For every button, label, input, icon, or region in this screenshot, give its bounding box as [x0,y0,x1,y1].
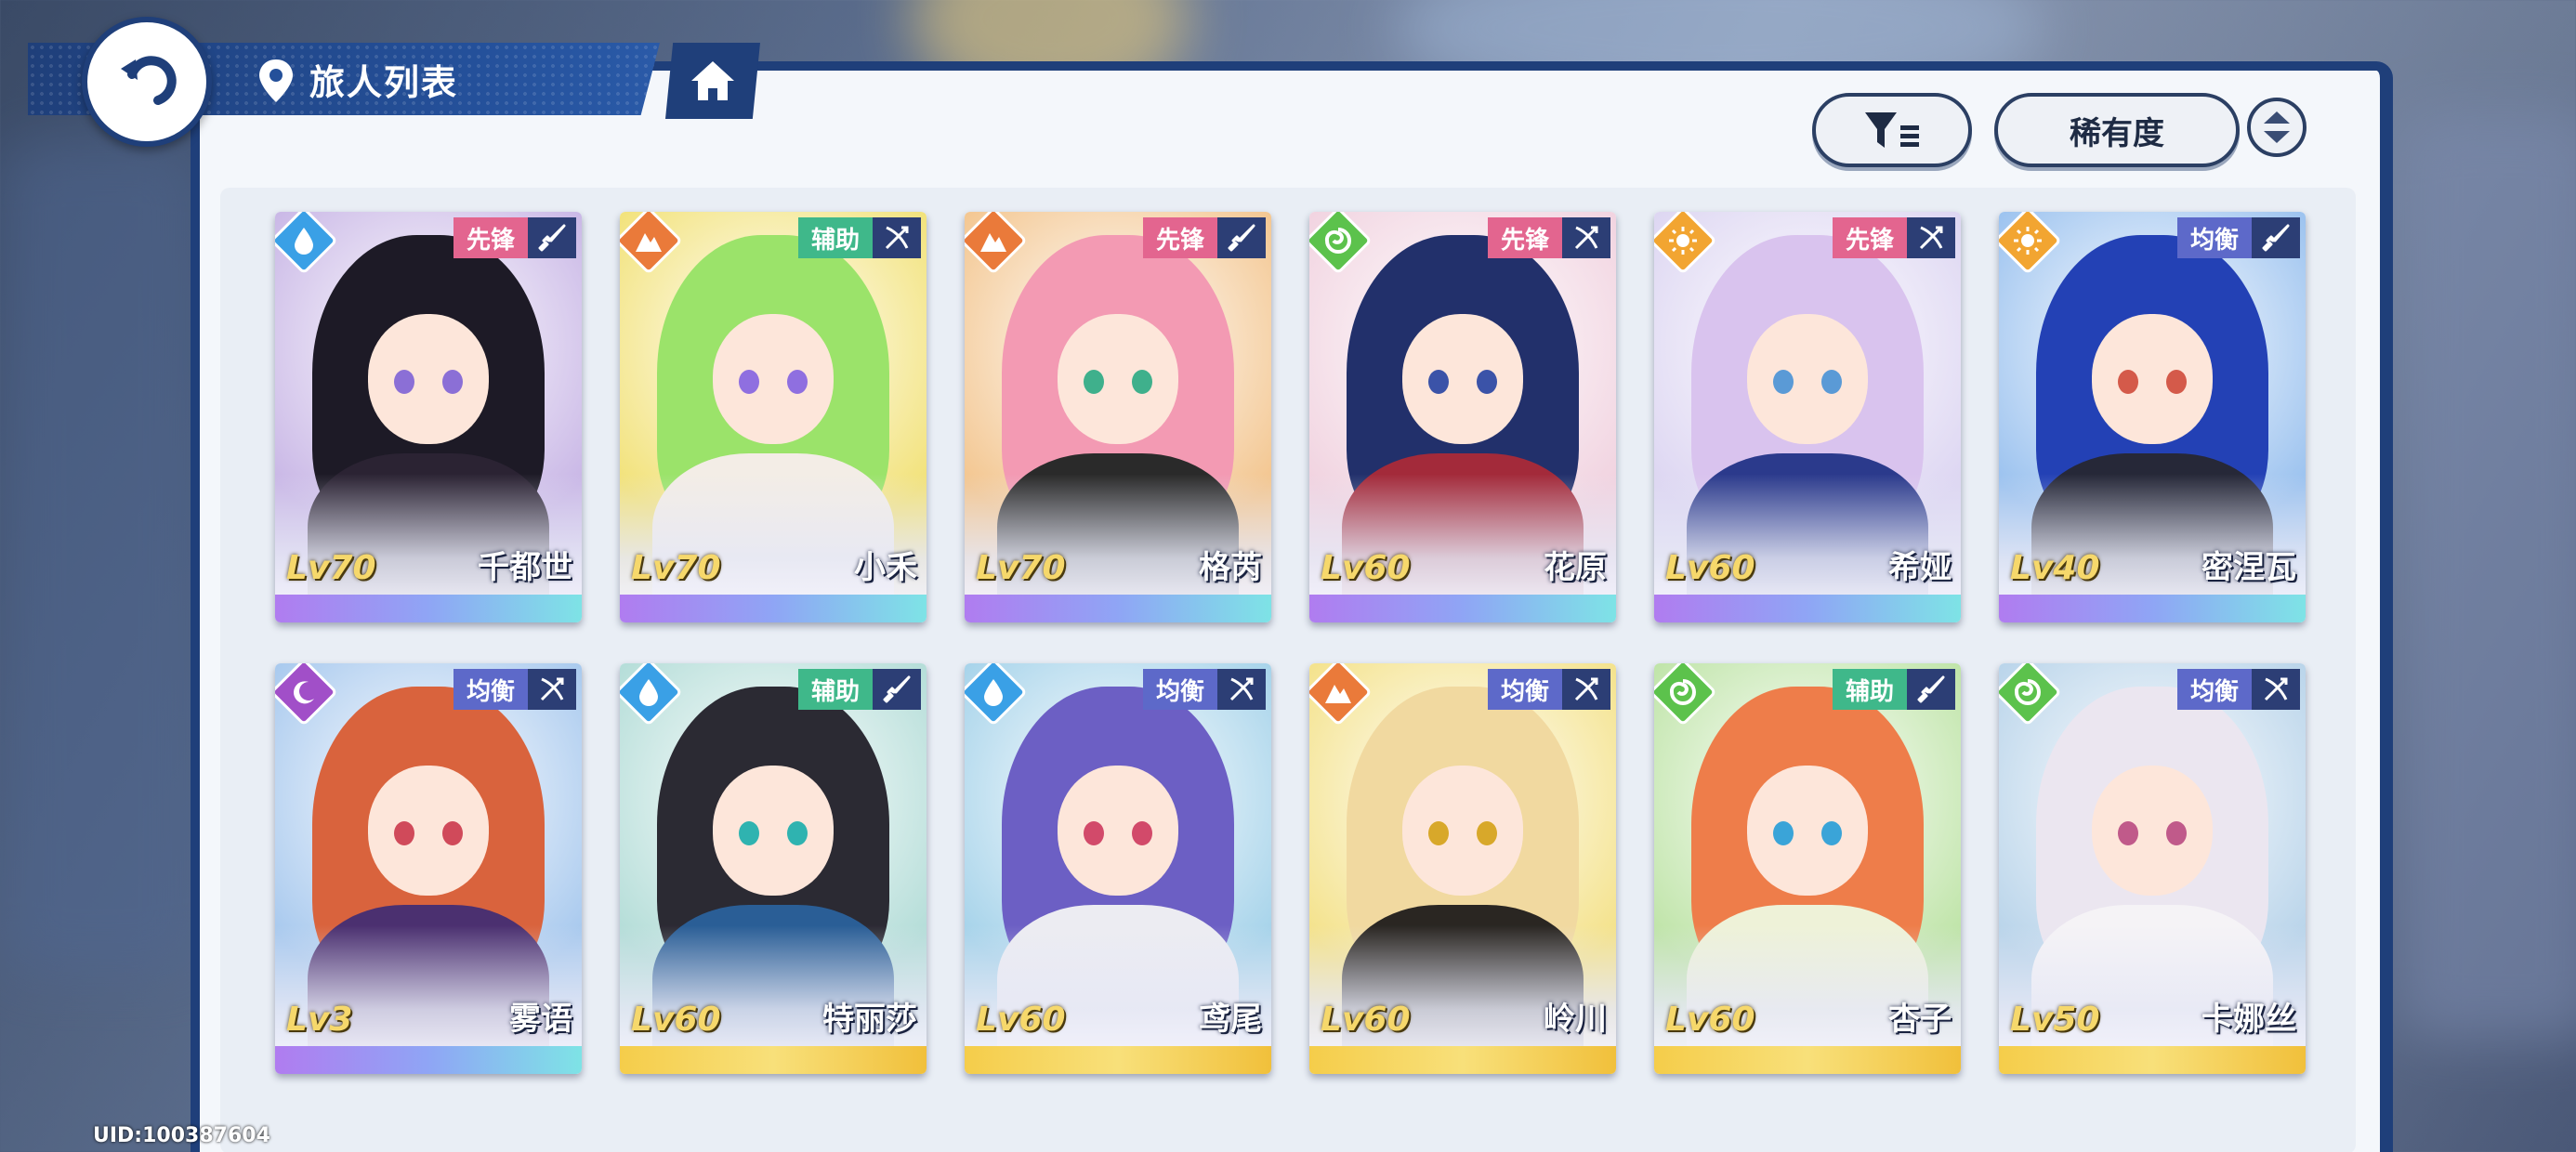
earth-element-icon [1309,663,1367,721]
character-level: Lv40 [2010,549,2100,587]
wind-element-icon [1999,663,2057,721]
sword-weapon-icon [873,669,921,710]
rarity-strip [1309,595,1616,622]
character-level: Lv3 [286,1001,353,1039]
character-card[interactable]: 先锋 Lv60 希娅 [1654,212,1961,622]
back-arrow-icon [121,56,177,105]
character-card[interactable]: 先锋 Lv70 格芮 [965,212,1271,622]
character-level: Lv70 [976,549,1066,587]
water-element-icon [620,663,677,721]
character-level: Lv60 [1665,549,1755,587]
character-card[interactable]: 均衡 Lv50 卡娜丝 [1999,663,2306,1074]
role-badge: 均衡 [2176,669,2252,710]
rarity-strip [1654,595,1961,622]
role-badge: 先锋 [453,217,528,258]
wind-element-icon [1309,212,1367,269]
rarity-strip [1999,595,2306,622]
filter-icon [1865,112,1919,148]
background-scenery [0,139,204,975]
location-pin-icon [259,59,293,102]
bow-weapon-icon [873,217,921,258]
character-card[interactable]: 先锋 Lv60 花原 [1309,212,1616,622]
character-card[interactable]: 辅助 Lv60 特丽莎 [620,663,927,1074]
bow-weapon-icon [1562,669,1610,710]
role-badge: 均衡 [1142,669,1217,710]
character-name: 密涅瓦 [2201,549,2296,586]
player-uid: UID:100387604 [93,1124,270,1147]
sort-order-icon [2264,111,2290,143]
light-element-icon [1999,212,2057,269]
character-card[interactable]: 均衡 Lv60 鸢尾 [965,663,1271,1074]
rarity-strip [275,1046,582,1074]
sword-weapon-icon [528,217,576,258]
character-name: 岭川 [1544,1001,1607,1038]
bow-weapon-icon [1907,217,1955,258]
background-scenery [2398,111,2576,1041]
character-level: Lv60 [1321,1001,1411,1039]
sort-rarity-button[interactable]: 稀有度 [1994,93,2240,167]
rarity-strip [1654,1046,1961,1074]
home-icon [691,61,734,100]
character-card[interactable]: 辅助 Lv60 杏子 [1654,663,1961,1074]
rarity-strip [965,1046,1271,1074]
rarity-strip [1999,1046,2306,1074]
role-badge: 先锋 [1832,217,1907,258]
character-level: Lv70 [286,549,376,587]
page-title: 旅人列表 [309,62,459,103]
bow-weapon-icon [1562,217,1610,258]
role-badge: 均衡 [453,669,528,710]
filter-button[interactable] [1812,93,1972,167]
character-name: 格芮 [1199,549,1262,586]
role-badge: 先锋 [1142,217,1217,258]
character-level: Lv60 [976,1001,1066,1039]
character-level: Lv60 [631,1001,721,1039]
sword-weapon-icon [1217,217,1266,258]
role-badge: 辅助 [1832,669,1907,710]
back-button[interactable] [82,17,212,147]
character-name: 千都世 [478,549,572,586]
character-card[interactable]: 均衡 Lv40 密涅瓦 [1999,212,2306,622]
light-element-icon [1654,212,1712,269]
character-name: 希娅 [1888,549,1952,586]
character-level: Lv60 [1321,549,1411,587]
character-name: 花原 [1544,549,1607,586]
earth-element-icon [965,212,1022,269]
role-badge: 辅助 [797,217,873,258]
sword-weapon-icon [2252,217,2300,258]
sword-weapon-icon [1907,669,1955,710]
character-name: 小禾 [854,549,917,586]
character-card[interactable]: 辅助 Lv70 小禾 [620,212,927,622]
character-name: 杏子 [1888,1001,1952,1038]
role-badge: 辅助 [797,669,873,710]
dark-element-icon [275,663,333,721]
rarity-strip [620,595,927,622]
rarity-strip [1309,1046,1616,1074]
home-button[interactable] [665,43,760,119]
role-badge: 先锋 [1487,217,1562,258]
character-card[interactable]: 均衡 Lv3 雾语 [275,663,582,1074]
character-level: Lv50 [2010,1001,2100,1039]
character-level: Lv70 [631,549,721,587]
character-name: 鸢尾 [1199,1001,1262,1038]
rarity-strip [620,1046,927,1074]
rarity-strip [965,595,1271,622]
character-name: 特丽莎 [822,1001,917,1038]
bow-weapon-icon [1217,669,1266,710]
sort-order-toggle[interactable] [2247,98,2307,157]
water-element-icon [965,663,1022,721]
water-element-icon [275,212,333,269]
character-name: 卡娜丝 [2201,1001,2296,1038]
character-level: Lv60 [1665,1001,1755,1039]
character-name: 雾语 [509,1001,572,1038]
wind-element-icon [1654,663,1712,721]
rarity-strip [275,595,582,622]
role-badge: 均衡 [1487,669,1562,710]
role-badge: 均衡 [2176,217,2252,258]
earth-element-icon [620,212,677,269]
character-card[interactable]: 先锋 Lv70 千都世 [275,212,582,622]
bow-weapon-icon [528,669,576,710]
bow-weapon-icon [2252,669,2300,710]
character-card[interactable]: 均衡 Lv60 岭川 [1309,663,1616,1074]
